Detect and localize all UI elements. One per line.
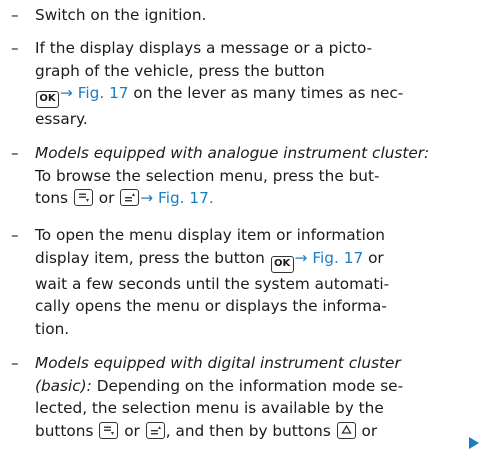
bullet-dash: – <box>11 354 19 372</box>
step-text: To open the menu display item or informa… <box>35 226 385 244</box>
step-text-with-buttons: buttons or , and then by buttons or <box>35 421 378 440</box>
step-text-with-button: OK → Fig. 17 on the lever as many times a… <box>35 82 467 109</box>
step-1: – Switch on the ignition. <box>11 4 467 27</box>
model-condition: Models equipped with digital instrument … <box>35 354 401 372</box>
triangle-up-button-icon <box>336 421 356 439</box>
step-text: cally opens the menu or displays the inf… <box>35 297 387 316</box>
bullet-dash: – <box>11 39 19 57</box>
manual-page: – Switch on the ignition. – If the displ… <box>0 0 487 462</box>
step-3: – Models equipped with analogue instrume… <box>11 142 467 210</box>
step-5: – Models equipped with digital instrumen… <box>11 352 467 442</box>
step-text: essary. <box>35 110 88 129</box>
figure-link[interactable]: → Fig. 17. <box>140 189 213 207</box>
step-text: tion. <box>35 319 70 338</box>
step-text: graph of the vehicle, press the button <box>35 61 325 80</box>
step-text: If the display displays a message or a p… <box>35 39 373 57</box>
bullet-dash: – <box>11 226 19 244</box>
bullet-dash: – <box>11 144 19 162</box>
step-4: – To open the menu display item or infor… <box>11 224 467 340</box>
step-text: Switch on the ignition. <box>35 6 207 24</box>
continue-arrow-icon <box>469 437 479 449</box>
menu-up-button-icon <box>120 189 140 207</box>
figure-link[interactable]: → Fig. 17 <box>295 249 364 267</box>
menu-down-button-icon <box>73 189 93 207</box>
step-text: To browse the selection menu, press the … <box>35 166 380 185</box>
step-text: lected, the selection menu is available … <box>35 399 384 418</box>
ok-button-icon: OK <box>270 255 294 273</box>
menu-up-button-icon <box>145 421 165 439</box>
step-text-with-button: display item, press the button OK → Fig. … <box>35 247 467 273</box>
step-2: – If the display displays a message or a… <box>11 37 467 131</box>
figure-link[interactable]: → Fig. 17 <box>60 84 129 102</box>
step-text: wait a few seconds until the system auto… <box>35 274 390 293</box>
bullet-dash: – <box>11 6 19 24</box>
ok-button-icon: OK <box>36 91 59 109</box>
step-text-with-buttons: tons or → Fig. 17. <box>35 189 214 208</box>
step-text: (basic): Depending on the information mo… <box>35 376 404 395</box>
model-condition: Models equipped with analogue instrument… <box>35 144 430 162</box>
menu-down-button-icon <box>99 421 119 439</box>
